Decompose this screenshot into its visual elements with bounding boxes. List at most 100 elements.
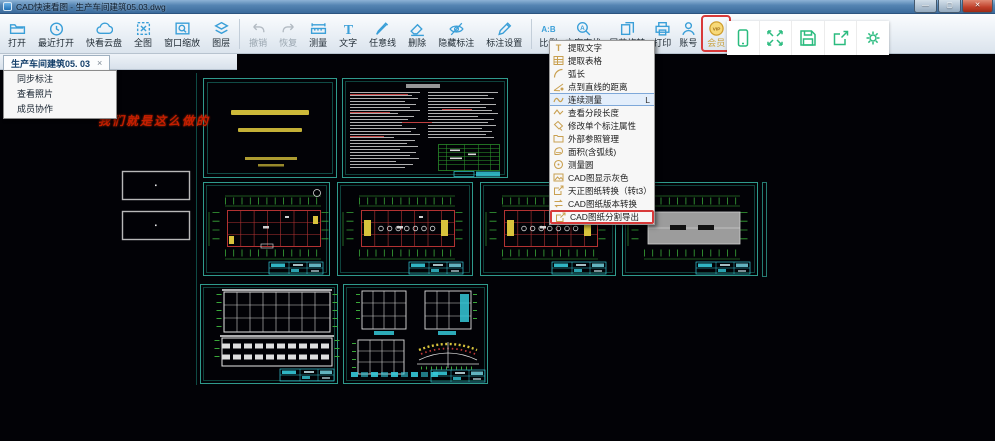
svg-text:A:B: A:B — [541, 25, 555, 34]
open-button[interactable]: 打开 — [2, 15, 32, 53]
minimize-button[interactable]: — — [914, 0, 937, 13]
partial-sheet-edge — [763, 183, 767, 277]
menu-item-cad-version-convert[interactable]: CAD图纸版本转换 — [550, 197, 654, 210]
menu-item-arc-length[interactable]: 弧长 — [550, 67, 654, 80]
tab-label: 生产车间建筑05. 03 — [11, 57, 90, 70]
menu-item-view-photos[interactable]: 查看照片 — [4, 87, 116, 102]
full-view-button[interactable]: 全图 — [128, 15, 158, 53]
recorder-overlay-toolbar — [727, 21, 889, 55]
ridge-detail — [417, 342, 479, 368]
tab-strip: 生产车间建筑05. 03 × — [0, 54, 237, 70]
menu-item-extract-text[interactable]: T 提取文字 — [550, 41, 654, 54]
hide-annotation-button[interactable]: 隐藏标注 — [432, 15, 480, 53]
sheet-cover — [204, 79, 337, 178]
full-extent-icon — [135, 20, 152, 37]
open-folder-icon — [9, 20, 26, 37]
swap-icon — [553, 198, 564, 209]
title-bar: CAD快速看图 - 生产车间建筑05.03.dwg — ▢ ✕ — [0, 0, 995, 14]
scale-ratio-icon: A:B — [540, 20, 557, 37]
arc-icon — [553, 68, 564, 79]
cloud-icon — [96, 20, 113, 37]
gear-icon — [863, 28, 883, 48]
tab-close-icon[interactable]: × — [97, 59, 102, 68]
notes-table — [439, 145, 500, 171]
area-icon — [553, 146, 564, 157]
measure-button[interactable]: 测量 — [303, 15, 333, 53]
menu-item-segment-length[interactable]: 查看分段长度 — [550, 106, 654, 119]
layers-button[interactable]: 图层 — [206, 15, 236, 53]
menu-item-measure-circle[interactable]: 测量圆 — [550, 158, 654, 171]
polyline-icon — [553, 94, 564, 105]
circle-icon — [553, 159, 564, 170]
menu-item-cad-gray-display[interactable]: CAD图显示灰色 — [550, 171, 654, 184]
window-zoom-button[interactable]: 窗口缩放 — [158, 15, 206, 53]
menu-item-continuous-measure[interactable]: 连续测量 L — [550, 93, 654, 106]
redo-button[interactable]: 恢复 — [273, 15, 303, 53]
annotation-settings-button[interactable]: 标注设置 — [480, 15, 528, 53]
delete-button[interactable]: 删除 — [402, 15, 432, 53]
undo-button[interactable]: 撤销 — [243, 15, 273, 53]
sheet-notes — [343, 79, 508, 178]
clock-icon — [48, 20, 65, 37]
svg-text:T: T — [556, 43, 562, 53]
toolbar-separator — [531, 19, 532, 49]
export-icon — [553, 185, 564, 196]
fullscreen-icon — [765, 28, 785, 48]
fullscreen-button[interactable] — [760, 21, 793, 55]
zoom-window-icon — [174, 20, 191, 37]
menu-item-extract-table[interactable]: 提取表格 — [550, 54, 654, 67]
window-title: CAD快速看图 - 生产车间建筑05.03.dwg — [16, 1, 166, 13]
menu-item-xref-manager[interactable]: 外部参照管理 — [550, 132, 654, 145]
layers-icon — [213, 20, 230, 37]
ruler-icon — [310, 20, 327, 37]
redo-icon — [280, 20, 297, 37]
share-button[interactable] — [825, 21, 858, 55]
menu-item-sync-annotation[interactable]: 同步标注 — [4, 72, 116, 87]
maximize-button[interactable]: ▢ — [938, 0, 961, 13]
tab-context-menu: 同步标注 查看照片 成员协作 — [3, 70, 117, 119]
point-line-icon — [553, 81, 564, 92]
app-window: CAD快速看图 - 生产车间建筑05.03.dwg — ▢ ✕ 打开 最近打开 … — [0, 0, 995, 441]
annotation-box-1 — [123, 172, 190, 200]
phone-preview-icon — [733, 28, 753, 48]
cloud-drive-button[interactable]: 快看云盘 — [80, 15, 128, 53]
eraser-icon — [409, 20, 426, 37]
free-line-button[interactable]: 任意线 — [363, 15, 402, 53]
menu-item-tianzheng-convert[interactable]: 天正图纸转换（转t3） — [550, 184, 654, 197]
user-icon — [680, 20, 697, 37]
save-button[interactable] — [792, 21, 825, 55]
settings-button[interactable] — [857, 21, 889, 55]
sheet-plan-1 — [204, 183, 330, 276]
toolbar-separator — [239, 19, 240, 49]
menu-item-member-collab[interactable]: 成员协作 — [4, 102, 116, 117]
svg-text:A: A — [580, 25, 585, 32]
phone-preview-button[interactable] — [727, 21, 760, 55]
rotate-pages-icon — [619, 20, 636, 37]
tab-drawing[interactable]: 生产车间建筑05. 03 × — [3, 55, 110, 70]
svg-text:VIP: VIP — [712, 26, 721, 32]
menu-item-point-to-line[interactable]: 点到直线的距离 — [550, 80, 654, 93]
sheet-plan-2 — [338, 183, 473, 276]
annotation-box-2 — [123, 212, 190, 240]
account-button[interactable]: 账号 — [675, 15, 701, 53]
app-icon — [3, 2, 12, 11]
undo-icon — [250, 20, 267, 37]
vip-icon: VIP — [708, 20, 725, 37]
edit-tag-icon — [553, 120, 564, 131]
menu-item-edit-annotation-attr[interactable]: 修改单个标注属性 — [550, 119, 654, 132]
search-text-icon: A — [575, 20, 592, 37]
pen-line-icon — [374, 20, 391, 37]
text-button[interactable]: T 文字 — [333, 15, 363, 53]
printer-icon — [654, 20, 671, 37]
segments-icon — [553, 107, 564, 118]
close-button[interactable]: ✕ — [962, 0, 993, 13]
menu-item-cad-split-export[interactable]: CAD图纸分割导出 — [550, 210, 654, 224]
recent-open-button[interactable]: 最近打开 — [32, 15, 80, 53]
svg-text:T: T — [344, 21, 353, 36]
image-icon — [553, 172, 564, 183]
pencil-settings-icon — [496, 20, 513, 37]
split-export-icon — [555, 212, 566, 223]
folder-icon — [553, 133, 564, 144]
extract-text-icon: T — [553, 42, 564, 53]
menu-item-area[interactable]: 面积(含弧线) — [550, 145, 654, 158]
